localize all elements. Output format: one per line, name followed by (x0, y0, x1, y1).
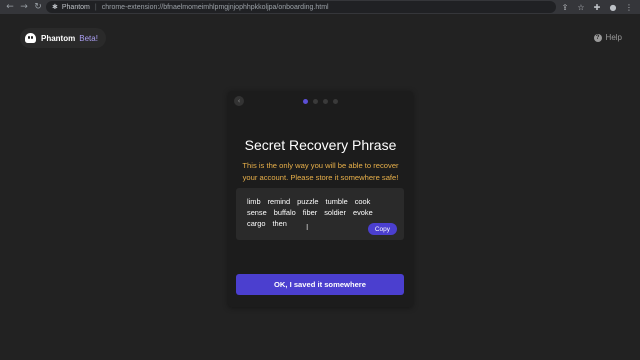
menu-icon[interactable]: ⋮ (622, 0, 636, 14)
forward-arrow-icon[interactable]: → (17, 0, 31, 14)
phrase-word: sense (247, 208, 267, 217)
browser-actions: ⇪ ☆ ✚ ● ⋮ (558, 0, 636, 14)
browser-toolbar: ← → ↻ ✱ Phantom | chrome-extension://bfn… (0, 0, 640, 14)
step-indicator (303, 99, 338, 104)
back-arrow-icon[interactable]: ← (3, 0, 17, 14)
beta-badge: Beta! (79, 33, 98, 43)
phrase-word: puzzle (297, 197, 319, 206)
phrase-word: remind (267, 197, 291, 206)
onboarding-card: ‹ Secret Recovery Phrase This is the onl… (228, 91, 413, 307)
brand-logo: Phantom Beta! (20, 28, 106, 48)
phrase-word-list: limb remind puzzle tumble cook sense buf… (247, 197, 387, 228)
address-bar[interactable]: ✱ Phantom | chrome-extension://bfnaelmom… (46, 1, 556, 13)
url-text: chrome-extension://bfnaelmomeimhlpmgjnjo… (101, 3, 329, 11)
phantom-ghost-icon (25, 33, 36, 43)
confirm-saved-button[interactable]: OK, I saved it somewhere (236, 274, 404, 295)
recovery-phrase-box: limb remind puzzle tumble cook sense buf… (236, 188, 404, 240)
page-title: Secret Recovery Phrase (244, 137, 397, 153)
share-icon[interactable]: ⇪ (558, 0, 572, 14)
phrase-word: then (272, 219, 287, 228)
phrase-word: buffalo (273, 208, 296, 217)
phrase-word: limb (247, 197, 261, 206)
phrase-word: tumble (325, 197, 348, 206)
reload-icon[interactable]: ↻ (31, 0, 45, 14)
url-separator: | (94, 3, 97, 11)
phrase-word: fiber (302, 208, 318, 217)
back-button[interactable]: ‹ (234, 96, 244, 106)
profile-icon[interactable]: ● (606, 0, 620, 14)
puzzle-icon: ✱ (52, 3, 58, 11)
step-dot (333, 99, 338, 104)
help-link[interactable]: ? Help (593, 33, 622, 42)
step-dot (303, 99, 308, 104)
warning-text: This is the only way you will be able to… (242, 161, 399, 182)
help-label: Help (605, 33, 622, 42)
copy-button[interactable]: Copy (367, 223, 397, 235)
phrase-word: soldier (324, 208, 346, 217)
star-icon[interactable]: ☆ (574, 0, 588, 14)
phrase-word: cook (354, 197, 371, 206)
tab-name: Phantom (61, 3, 90, 11)
phrase-word: evoke (352, 208, 373, 217)
phrase-word: cargo (247, 219, 266, 228)
question-icon: ? (593, 33, 602, 42)
step-dot (313, 99, 318, 104)
extensions-icon[interactable]: ✚ (590, 0, 604, 14)
brand-name: Phantom (41, 33, 76, 43)
text-cursor-icon: I (306, 223, 309, 232)
step-dot (323, 99, 328, 104)
